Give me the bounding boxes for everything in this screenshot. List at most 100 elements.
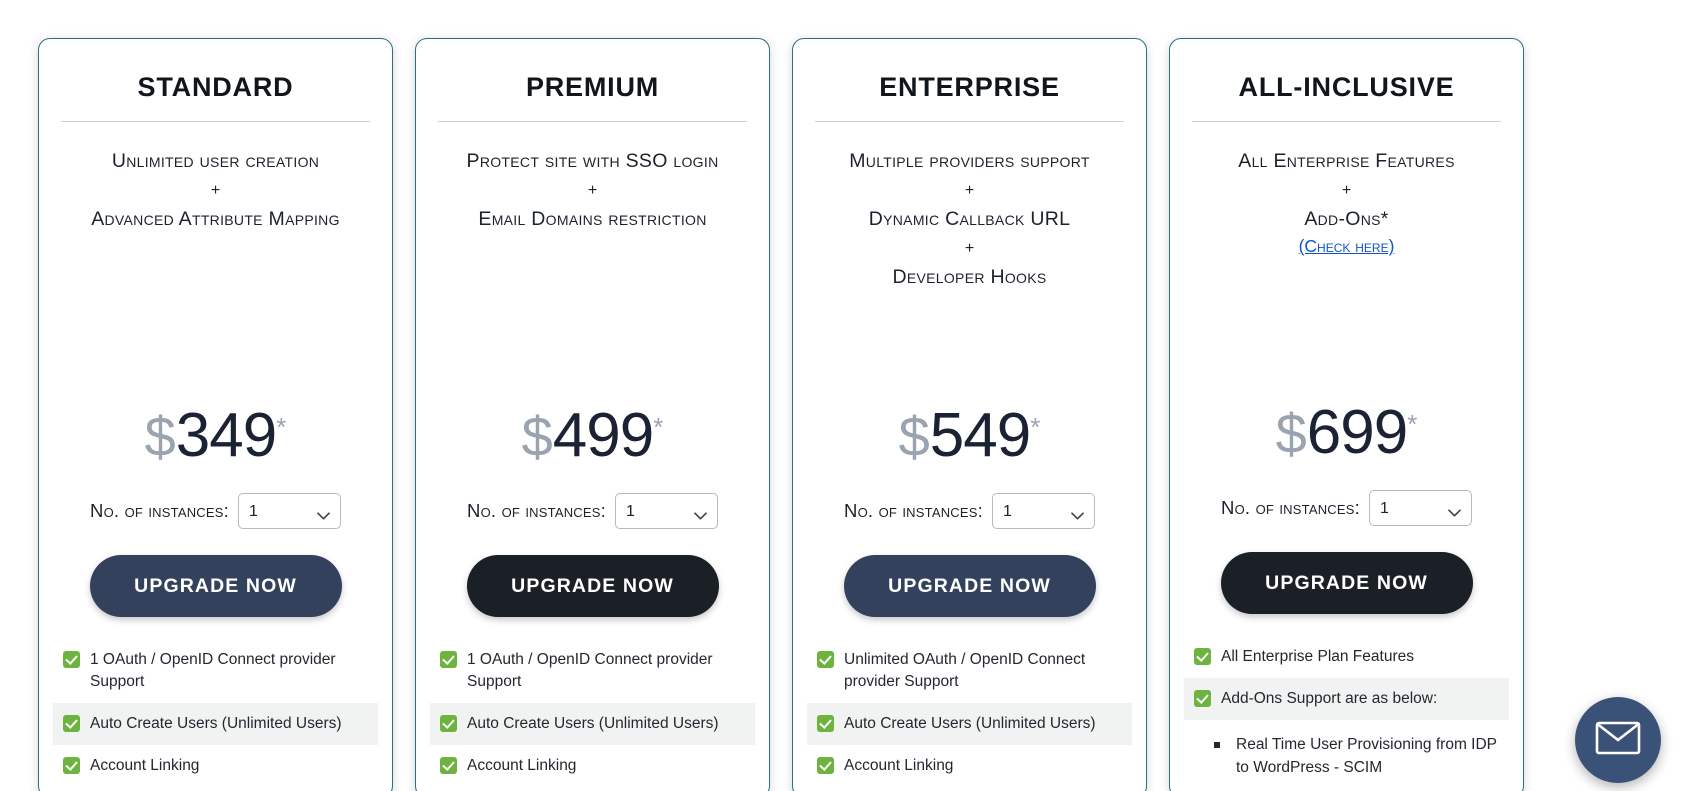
upgrade-now-button[interactable]: UPGRADE NOW — [89, 555, 342, 617]
check-icon — [63, 757, 80, 774]
currency-symbol: $ — [521, 405, 553, 468]
price-row: $549* — [807, 387, 1132, 467]
feature-text: Auto Create Users (Unlimited Users) — [467, 715, 719, 732]
currency-symbol: $ — [898, 405, 930, 468]
plan-tagline: Unlimited user creation — [111, 150, 320, 172]
price-asterisk: * — [653, 411, 664, 442]
plan-card-standard: STANDARD Unlimited user creation + Advanced… — [38, 38, 393, 791]
plan-title: STANDARD — [137, 72, 294, 102]
plan-tagline: All Enterprise Features — [1238, 150, 1455, 172]
feature-text: 1 OAuth / OpenID Connect provider Suppor… — [467, 651, 713, 690]
price-amount: 549 — [929, 401, 1031, 470]
upgrade-now-button[interactable]: UPGRADE NOW — [466, 555, 719, 617]
instances-row: No. of instances: 12345 — [430, 493, 755, 529]
check-here-wrap: (Check here) — [1184, 234, 1509, 257]
plan-tagline: Advanced Attribute Mapping — [91, 208, 340, 231]
plus-separator: + — [964, 181, 975, 199]
price-row: $499* — [430, 387, 755, 467]
instances-select-shell: 12345 — [614, 493, 718, 529]
price-row: $699* — [1184, 384, 1509, 464]
plan-tagline-block: All Enterprise Features + Add-Ons* (Check h… — [1184, 122, 1509, 257]
plan-tagline-block: Unlimited user creation + Advanced Attribu… — [53, 122, 378, 234]
plan-card-premium: PREMIUM Protect site with SSO login + Email… — [415, 38, 770, 791]
instances-label: No. of instances: — [467, 500, 606, 521]
feature-text: Unlimited OAuth / OpenID Connect provide… — [844, 651, 1086, 690]
feature-list: 1 OAuth / OpenID Connect provider Suppor… — [53, 639, 378, 791]
instances-row: No. of instances: 12345 — [53, 493, 378, 529]
feature-row: Account Linking — [807, 745, 1132, 787]
instances-row: No. of instances: 12345 — [1184, 490, 1509, 527]
plan-tagline: Developer Hooks — [892, 266, 1047, 289]
price-amount: 349 — [175, 401, 277, 470]
instances-row: No. of instances: 12345 — [807, 493, 1132, 529]
feature-row: Unlimited OAuth / OpenID Connect provide… — [807, 639, 1132, 703]
price-value: $549* — [899, 405, 1041, 467]
plan-tagline-block: Multiple providers support + Dynamic Callb… — [807, 122, 1132, 292]
plan-tagline-block: Protect site with SSO login + Email Domain… — [430, 122, 755, 234]
price-asterisk: * — [1030, 411, 1041, 442]
plan-title: PREMIUM — [525, 72, 660, 102]
price-value: $499* — [522, 405, 664, 467]
feature-list: All Enterprise Plan Features Add-Ons Supp… — [1184, 636, 1509, 791]
plus-separator: + — [964, 239, 975, 257]
feature-row: Auto Create Users (Unlimited Users) — [807, 703, 1132, 745]
plan-title: ENTERPRISE — [879, 72, 1060, 102]
plus-separator: + — [1341, 181, 1352, 199]
instances-select[interactable]: 12345 — [614, 493, 718, 529]
instances-select-shell: 12345 — [991, 493, 1095, 529]
upgrade-now-button[interactable]: UPGRADE NOW — [843, 555, 1096, 617]
check-icon — [817, 651, 834, 668]
feature-list: Unlimited OAuth / OpenID Connect provide… — [807, 639, 1132, 791]
instances-select[interactable]: 12345 — [1368, 490, 1472, 527]
check-icon — [440, 757, 457, 774]
feature-row: Account Linking — [430, 745, 755, 787]
pricing-table: STANDARD Unlimited user creation + Advanced… — [0, 0, 1685, 791]
feature-row: 1 OAuth / OpenID Connect provider Suppor… — [430, 639, 755, 703]
price-value: $349* — [145, 405, 287, 467]
plan-tagline: Dynamic Callback URL — [868, 208, 1071, 231]
plus-separator: + — [210, 181, 221, 199]
check-icon — [63, 715, 80, 732]
plan-tagline: Protect site with SSO login — [466, 150, 719, 172]
currency-symbol: $ — [144, 405, 176, 468]
feature-row: All Enterprise Plan Features — [1184, 636, 1509, 678]
check-icon — [817, 757, 834, 774]
feature-list: 1 OAuth / OpenID Connect provider Suppor… — [430, 639, 755, 791]
price-asterisk: * — [1407, 408, 1418, 439]
price-amount: 499 — [552, 401, 654, 470]
feature-text: Account Linking — [90, 757, 200, 774]
plan-title: ALL-INCLUSIVE — [1238, 72, 1455, 102]
currency-symbol: $ — [1275, 402, 1307, 466]
feature-text: All Enterprise Plan Features — [1221, 648, 1414, 666]
instances-select[interactable]: 12345 — [237, 493, 341, 529]
instances-select[interactable]: 12345 — [991, 493, 1095, 529]
feature-sub-bullet: Real Time User Provisioning from IDP to … — [1210, 734, 1509, 779]
envelope-icon — [1595, 721, 1641, 760]
instances-label: No. of instances: — [844, 500, 983, 521]
check-icon — [1194, 648, 1211, 666]
feature-row: Auto Create Users (Unlimited Users) — [53, 703, 378, 745]
check-icon — [817, 715, 834, 732]
instances-select-shell: 12345 — [237, 493, 341, 529]
feature-row: Account Linking — [53, 745, 378, 787]
plan-tagline: Multiple providers support — [849, 150, 1090, 172]
plan-tagline: Add-Ons* — [1304, 208, 1389, 231]
feature-text: 1 OAuth / OpenID Connect provider Suppor… — [90, 651, 336, 690]
mail-widget-button[interactable] — [1575, 697, 1661, 783]
feature-text: Auto Create Users (Unlimited Users) — [844, 715, 1096, 732]
instances-label: No. of instances: — [90, 500, 229, 521]
feature-text: Add-Ons Support are as below: — [1221, 690, 1438, 708]
plan-tagline: Email Domains restriction — [478, 208, 707, 231]
instances-select-shell: 12345 — [1368, 490, 1472, 527]
check-icon — [1194, 690, 1211, 708]
feature-text: Auto Create Users (Unlimited Users) — [90, 715, 342, 732]
instances-label: No. of instances: — [1221, 497, 1360, 519]
check-here-link[interactable]: (Check here) — [1299, 236, 1395, 257]
feature-row: 1 OAuth / OpenID Connect provider Suppor… — [53, 639, 378, 703]
feature-sub-bullets: Real Time User Provisioning from IDP to … — [1210, 734, 1509, 779]
check-icon — [440, 651, 457, 668]
upgrade-now-button[interactable]: UPGRADE NOW — [1220, 552, 1473, 615]
plan-card-all-inclusive: ALL-INCLUSIVE All Enterprise Features + Add… — [1169, 38, 1524, 791]
price-amount: 699 — [1306, 398, 1408, 468]
price-row: $349* — [53, 387, 378, 467]
